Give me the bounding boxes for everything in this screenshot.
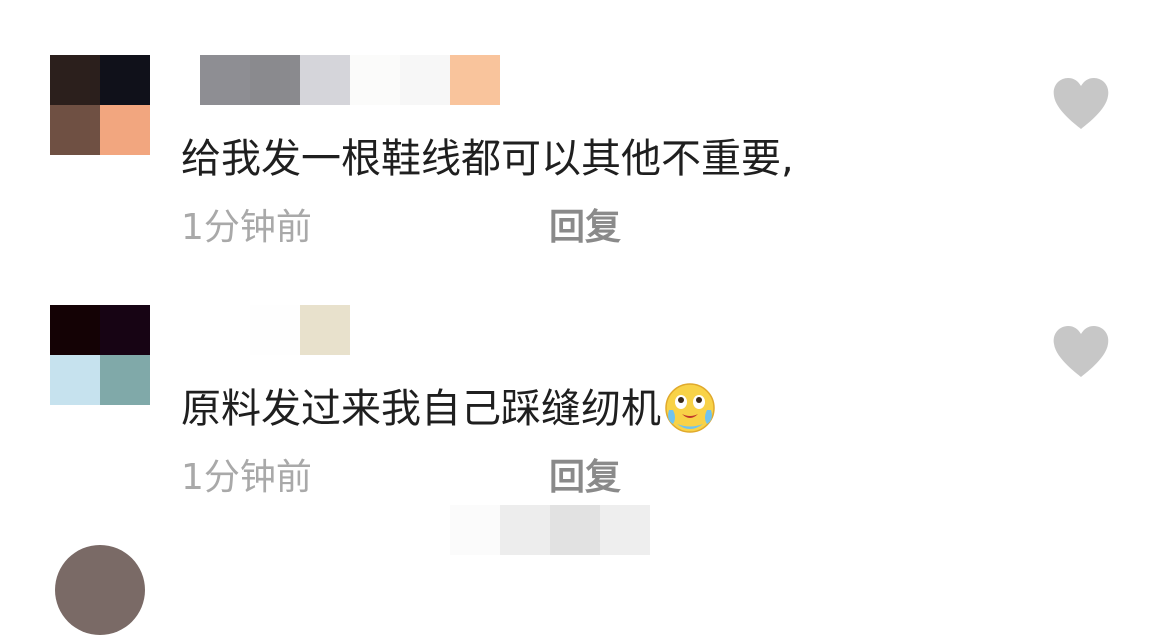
avatar-tile: [50, 355, 100, 405]
mosaic-tile: [200, 305, 250, 355]
avatar-tile: [100, 305, 150, 355]
mosaic-tile: [350, 55, 400, 105]
timestamp: 1分钟前: [181, 207, 312, 248]
comment-text: 给我发一根鞋线都可以其他不重要,: [181, 136, 794, 182]
heart-icon[interactable]: [1052, 326, 1110, 378]
timestamp: 1分钟前: [181, 457, 312, 498]
avatar-tile: [100, 105, 150, 155]
avatar-tile: [50, 305, 100, 355]
mosaic-tile: [250, 305, 300, 355]
crying-laughing-emoji-icon: [665, 383, 715, 433]
username-mosaic[interactable]: [200, 305, 350, 355]
mosaic-tile: [450, 55, 500, 105]
mosaic-tile: [400, 55, 450, 105]
mosaic-tile: [500, 505, 550, 555]
mosaic-tile: [300, 55, 350, 105]
avatar-tile: [50, 105, 100, 155]
avatar[interactable]: [50, 55, 150, 155]
avatar-tile: [100, 355, 150, 405]
reply-button[interactable]: 回复: [549, 448, 621, 500]
comment-meta: 1分钟前 回复: [181, 198, 621, 250]
comment-meta: 1分钟前 回复: [181, 448, 621, 500]
mosaic-tile: [550, 505, 600, 555]
mosaic-tile: [600, 505, 650, 555]
mosaic-tile: [450, 505, 500, 555]
username-mosaic[interactable]: [200, 55, 500, 105]
reply-button[interactable]: 回复: [549, 198, 621, 250]
avatar-tile: [100, 55, 150, 105]
mosaic-tile: [300, 305, 350, 355]
heart-icon[interactable]: [1052, 78, 1110, 130]
avatar[interactable]: [50, 305, 150, 405]
avatar[interactable]: [55, 545, 145, 635]
comment-text-content: 原料发过来我自己踩缝纫机: [181, 386, 661, 432]
comment-text: 原料发过来我自己踩缝纫机: [181, 376, 717, 438]
username-mosaic[interactable]: [450, 505, 650, 555]
mosaic-tile: [200, 55, 250, 105]
mosaic-tile: [250, 55, 300, 105]
avatar-tile: [50, 55, 100, 105]
